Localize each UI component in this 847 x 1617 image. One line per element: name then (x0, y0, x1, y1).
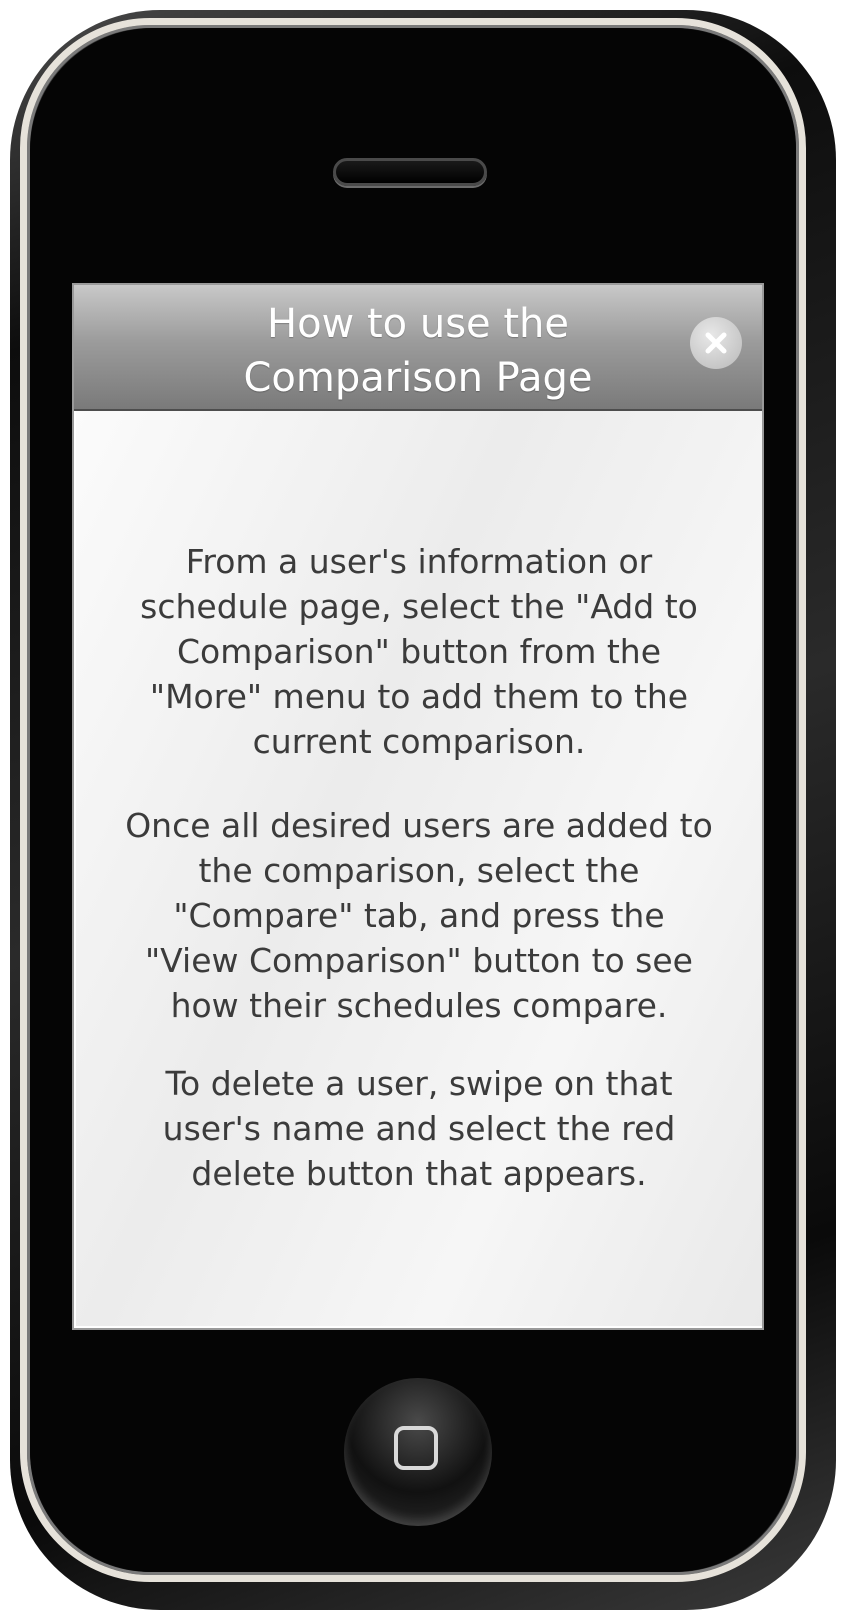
page-title: How to use the Comparison Page (144, 297, 692, 405)
text-line: Comparison" button from the (176, 632, 662, 671)
text-line: "Compare" tab, and press the (173, 896, 665, 935)
text-line: "View Comparison" button to see (145, 941, 693, 980)
text-line: Once all desired users are added to (125, 806, 713, 845)
text-line: schedule page, select the "Add to (140, 587, 698, 626)
text-line: delete button that appears. (191, 1154, 647, 1193)
help-screen: How to use the Comparison Page From a us… (72, 283, 764, 1330)
text-line: From a user's information or (185, 542, 653, 581)
instruction-paragraph-delete: To delete a user, swipe on that user's n… (76, 1061, 762, 1196)
title-line-1: How to use the (266, 301, 569, 347)
text-line: To delete a user, swipe on that (165, 1064, 673, 1103)
instruction-paragraph-compare: Once all desired users are added to the … (76, 803, 762, 1028)
title-line-2: Comparison Page (243, 355, 593, 401)
text-line: "More" menu to add them to the (149, 677, 689, 716)
close-button[interactable] (690, 317, 742, 369)
text-line: how their schedules compare. (170, 986, 668, 1025)
help-header: How to use the Comparison Page (74, 285, 762, 411)
help-content: From a user's information or schedule pa… (76, 411, 762, 1326)
close-icon (705, 332, 727, 354)
home-button[interactable] (344, 1378, 492, 1526)
text-line: current comparison. (252, 722, 586, 761)
home-button-icon (394, 1426, 438, 1470)
text-line: the comparison, select the (198, 851, 640, 890)
text-line: user's name and select the red (162, 1109, 676, 1148)
earpiece-speaker (333, 158, 487, 186)
instruction-paragraph-add: From a user's information or schedule pa… (76, 539, 762, 764)
